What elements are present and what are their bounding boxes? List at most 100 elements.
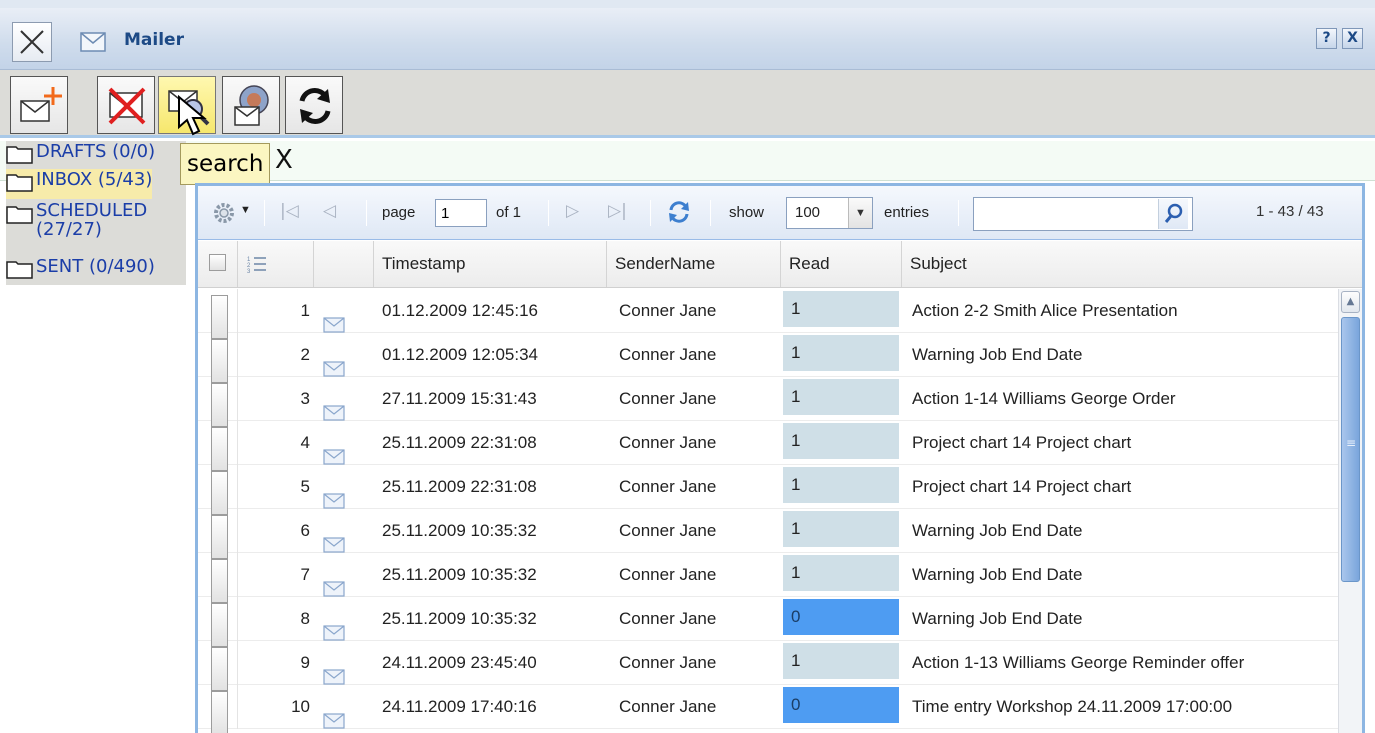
pager-separator [264, 200, 265, 226]
delete-mail-icon [108, 87, 146, 125]
row-read-flag: 1 [783, 423, 899, 459]
table-row[interactable]: 2 01.12.2009 12:05:34 Conner Jane 1 Warn… [198, 333, 1338, 383]
row-subject: Warning Job End Date [912, 345, 1083, 364]
last-page-icon[interactable]: ▷| [608, 201, 627, 221]
table-row[interactable]: 3 27.11.2009 15:31:43 Conner Jane 1 Acti… [198, 377, 1338, 427]
table-row[interactable]: 4 25.11.2009 22:31:08 Conner Jane 1 Proj… [198, 421, 1338, 471]
row-sender: Conner Jane [619, 389, 717, 408]
row-sender: Conner Jane [619, 609, 717, 628]
table-row[interactable]: 5 25.11.2009 22:31:08 Conner Jane 1 Proj… [198, 465, 1338, 515]
row-sender: Conner Jane [619, 433, 717, 452]
row-timestamp: 25.11.2009 22:31:08 [382, 433, 537, 452]
entries-label: entries [884, 204, 930, 221]
row-sender: Conner Jane [619, 477, 717, 496]
table-row[interactable]: 7 25.11.2009 10:35:32 Conner Jane 1 Warn… [198, 553, 1338, 603]
window-titlebar: Mailer ? X [0, 0, 1375, 70]
table-row[interactable]: 9 24.11.2009 23:45:40 Conner Jane 1 Acti… [198, 641, 1338, 691]
table-row[interactable]: 8 25.11.2009 10:35:32 Conner Jane 0 Warn… [198, 597, 1338, 647]
select-all-checkbox[interactable] [209, 254, 226, 271]
row-number: 6 [300, 521, 310, 540]
new-mail-button[interactable] [10, 76, 68, 134]
table-row[interactable]: 10 24.11.2009 17:40:16 Conner Jane 0 Tim… [198, 685, 1338, 733]
row-timestamp: 25.11.2009 10:35:32 [382, 565, 537, 584]
row-subject: Warning Job End Date [912, 521, 1083, 540]
row-number: 8 [300, 609, 310, 628]
row-number-header[interactable]: 1 2 3 [238, 241, 314, 287]
folder-tree: DRAFTS (0/0) INBOX (5/43) SCHEDULED (27/… [6, 141, 186, 285]
select-all-cell [198, 241, 238, 287]
chevron-down-icon[interactable]: ▼ [848, 198, 872, 228]
folder-icon [6, 206, 33, 224]
row-timestamp: 01.12.2009 12:45:16 [382, 301, 538, 320]
folder-drafts[interactable]: DRAFTS (0/0) [6, 141, 155, 171]
sender-header[interactable]: SenderName [607, 241, 781, 287]
page-of-label: of 1 [496, 204, 522, 221]
row-sender: Conner Jane [619, 653, 717, 672]
folder-icon [6, 261, 33, 279]
row-timestamp: 24.11.2009 17:40:16 [382, 697, 537, 716]
grid-search-button[interactable] [1158, 199, 1188, 229]
new-mail-icon [20, 87, 62, 122]
folder-sent[interactable]: SENT (0/490) [6, 256, 155, 286]
web-mail-button[interactable] [222, 76, 280, 134]
previous-page-icon[interactable]: ◁ [323, 201, 336, 221]
page-number-input[interactable] [435, 199, 487, 227]
refresh-button[interactable] [285, 76, 343, 134]
row-read-flag: 1 [783, 291, 899, 327]
read-header[interactable]: Read [781, 241, 902, 287]
gear-icon[interactable] [213, 202, 235, 224]
svg-text:3: 3 [247, 269, 251, 275]
folder-icon [6, 174, 33, 192]
grip-icon: ≡ [1346, 436, 1357, 450]
row-sender: Conner Jane [619, 301, 717, 320]
entries-select[interactable]: 100 ▼ [786, 197, 873, 229]
row-subject: Project chart 14 Project chart [912, 477, 1132, 496]
row-read-flag: 1 [783, 511, 899, 547]
row-number: 5 [300, 477, 310, 496]
row-number: 9 [300, 653, 310, 672]
pager-separator [366, 200, 367, 226]
reload-icon[interactable] [666, 199, 692, 225]
scroll-thumb[interactable]: ≡ [1341, 317, 1360, 582]
first-page-icon[interactable]: |◁ [280, 201, 299, 221]
close-button[interactable]: X [1342, 28, 1363, 49]
timestamp-header[interactable]: Timestamp [374, 241, 607, 287]
list-numbers-icon: 1 2 3 [247, 257, 266, 275]
row-timestamp: 27.11.2009 15:31:43 [382, 389, 537, 408]
row-checkbox[interactable] [211, 691, 228, 733]
folder-scheduled[interactable]: SCHEDULED (27/27) [6, 201, 184, 239]
folder-label: SENT (0/490) [36, 256, 155, 277]
close-search-button[interactable]: X [275, 145, 293, 175]
table-row[interactable]: 6 25.11.2009 10:35:32 Conner Jane 1 Warn… [198, 509, 1338, 559]
row-number: 2 [300, 345, 310, 364]
close-window-button[interactable] [12, 22, 52, 62]
table-row[interactable]: 1 01.12.2009 12:45:16 Conner Jane 1 Acti… [198, 289, 1338, 339]
folder-label: DRAFTS (0/0) [36, 141, 156, 162]
pager-separator [650, 200, 651, 226]
show-label: show [729, 204, 765, 221]
entries-value: 100 [795, 204, 821, 221]
chevron-down-icon[interactable]: ▼ [240, 204, 251, 216]
search-tooltip: search [180, 143, 271, 185]
folder-label: SCHEDULED (27/27) [36, 200, 148, 240]
row-timestamp: 25.11.2009 10:35:32 [382, 609, 537, 628]
record-count: 1 - 43 / 43 [1256, 203, 1324, 220]
row-subject: Warning Job End Date [912, 609, 1083, 628]
mail-icon [80, 32, 106, 52]
help-button[interactable]: ? [1316, 28, 1337, 49]
window-title: Mailer [124, 30, 184, 50]
next-page-icon[interactable]: ▷ [566, 201, 579, 221]
close-icon [20, 30, 44, 54]
row-read-flag: 1 [783, 555, 899, 591]
delete-mail-button[interactable] [97, 76, 155, 134]
scroll-up-button[interactable]: ▲ [1341, 291, 1360, 313]
row-number: 10 [291, 697, 310, 716]
subject-header[interactable]: Subject [902, 241, 1362, 287]
row-read-flag: 0 [783, 599, 899, 635]
row-subject: Action 1-13 Williams George Reminder off… [912, 653, 1245, 672]
folder-inbox[interactable]: INBOX (5/43) [6, 169, 153, 199]
mail-icon [323, 713, 345, 729]
row-number: 3 [300, 389, 310, 408]
refresh-icon [299, 88, 331, 124]
vertical-scrollbar[interactable]: ▲ ≡ [1338, 289, 1362, 733]
